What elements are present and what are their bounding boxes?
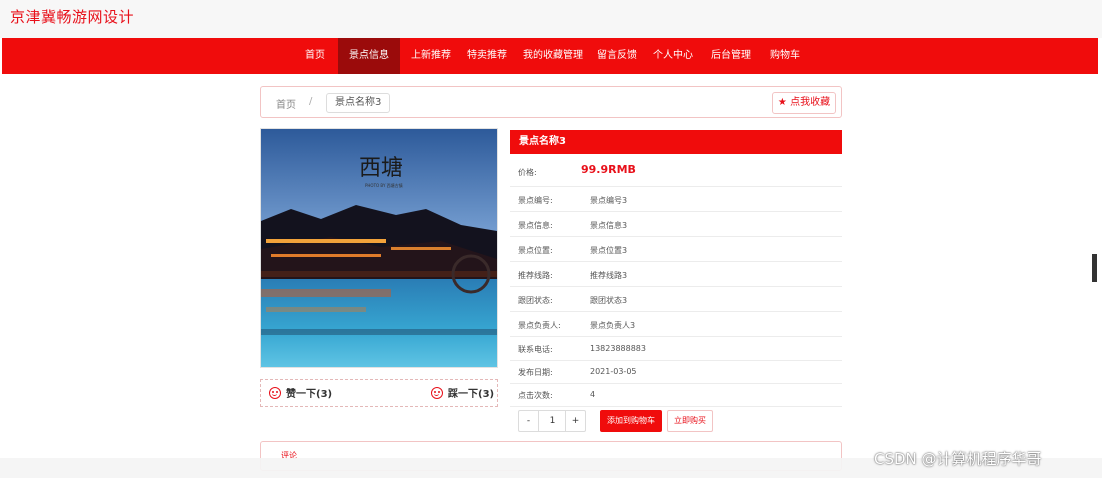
nav-item-my-favorites[interactable]: 我的收藏管理 bbox=[516, 38, 590, 74]
field-value: 推荐线路3 bbox=[590, 271, 628, 280]
field-label: 发布日期: bbox=[518, 368, 553, 377]
buy-now-button[interactable]: 立即购买 bbox=[667, 410, 713, 432]
top-header: 京津冀畅游网设计 bbox=[0, 0, 1102, 38]
field-label: 联系电话: bbox=[518, 345, 553, 354]
field-label: 景点负责人: bbox=[518, 321, 561, 330]
nav-item-special-offers[interactable]: 特卖推荐 bbox=[460, 38, 514, 74]
price-label: 价格: bbox=[518, 168, 537, 177]
detail-row: 点击次数: 4 bbox=[510, 383, 842, 407]
detail-row: 景点位置: 景点位置3 bbox=[510, 238, 842, 262]
attraction-photo: 西塘 PHOTO BY 西塘古镇 bbox=[260, 128, 498, 368]
field-value: 景点信息3 bbox=[590, 221, 628, 230]
dislike-label: 踩一下(3) bbox=[448, 389, 495, 400]
scroll-handle[interactable] bbox=[1092, 254, 1097, 282]
field-value: 景点负责人3 bbox=[590, 321, 636, 330]
nav-item-attractions[interactable]: 景点信息 bbox=[338, 38, 400, 74]
detail-row: 景点负责人: 景点负责人3 bbox=[510, 313, 842, 337]
nav-item-new-arrivals[interactable]: 上新推荐 bbox=[404, 38, 458, 74]
photo-credit: PHOTO BY 西塘古镇 bbox=[365, 182, 403, 188]
detail-row: 推荐线路: 推荐线路3 bbox=[510, 263, 842, 287]
vote-bar: 赞一下(3) 踩一下(3) bbox=[260, 379, 498, 407]
detail-row: 景点信息: 景点信息3 bbox=[510, 213, 842, 237]
nav-item-home[interactable]: 首页 bbox=[290, 38, 340, 74]
dislike-button[interactable]: 踩一下(3) bbox=[431, 385, 494, 400]
quantity-stepper: - 1 + bbox=[518, 410, 586, 432]
field-label: 景点位置: bbox=[518, 246, 553, 255]
quantity-decrement-button[interactable]: - bbox=[519, 411, 539, 431]
smile-icon bbox=[269, 387, 281, 399]
detail-row: 跟团状态: 跟团状态3 bbox=[510, 288, 842, 312]
price-row: 价格: 99.9RMB bbox=[510, 157, 842, 187]
nav-item-admin[interactable]: 后台管理 bbox=[704, 38, 758, 74]
nav-item-feedback[interactable]: 留言反馈 bbox=[590, 38, 644, 74]
field-label: 跟团状态: bbox=[518, 296, 553, 305]
detail-title: 景点名称3 bbox=[510, 130, 842, 154]
breadcrumb-separator: / bbox=[309, 96, 313, 107]
nav-item-cart[interactable]: 购物车 bbox=[760, 38, 810, 74]
field-label: 点击次数: bbox=[518, 391, 553, 400]
main-navbar: 首页 景点信息 上新推荐 特卖推荐 我的收藏管理 留言反馈 个人中心 后台管理 … bbox=[2, 38, 1098, 74]
watermark: CSDN @计算机程序华哥 bbox=[874, 450, 1042, 468]
breadcrumb-current: 景点名称3 bbox=[326, 93, 391, 113]
detail-row: 联系电话: 13823888883 bbox=[510, 337, 842, 361]
quantity-input[interactable]: 1 bbox=[540, 411, 565, 431]
detail-row: 发布日期: 2021-03-05 bbox=[510, 360, 842, 384]
sad-icon bbox=[431, 387, 443, 399]
field-label: 景点编号: bbox=[518, 196, 553, 205]
like-button[interactable]: 赞一下(3) bbox=[269, 385, 332, 400]
like-label: 赞一下(3) bbox=[286, 389, 333, 400]
breadcrumb-home[interactable]: 首页 bbox=[276, 96, 296, 111]
site-title: 京津冀畅游网设计 bbox=[10, 8, 135, 26]
field-value: 2021-03-05 bbox=[590, 367, 637, 376]
nav-item-user-center[interactable]: 个人中心 bbox=[646, 38, 700, 74]
add-to-cart-button[interactable]: 添加到购物车 bbox=[600, 410, 662, 432]
favorite-button[interactable]: ★ 点我收藏 bbox=[772, 92, 836, 114]
field-label: 推荐线路: bbox=[518, 271, 553, 280]
calligraphy-title: 西塘 bbox=[359, 156, 403, 181]
detail-row: 景点编号: 景点编号3 bbox=[510, 188, 842, 212]
field-label: 景点信息: bbox=[518, 221, 553, 230]
field-value: 13823888883 bbox=[590, 344, 646, 353]
field-value: 4 bbox=[590, 390, 596, 399]
price-value: 99.9RMB bbox=[581, 163, 636, 176]
breadcrumb: 首页 / 景点名称3 ★ 点我收藏 bbox=[260, 86, 842, 118]
field-value: 景点位置3 bbox=[590, 246, 628, 255]
quantity-increment-button[interactable]: + bbox=[565, 411, 585, 431]
field-value: 景点编号3 bbox=[590, 196, 628, 205]
field-value: 跟团状态3 bbox=[590, 296, 628, 305]
